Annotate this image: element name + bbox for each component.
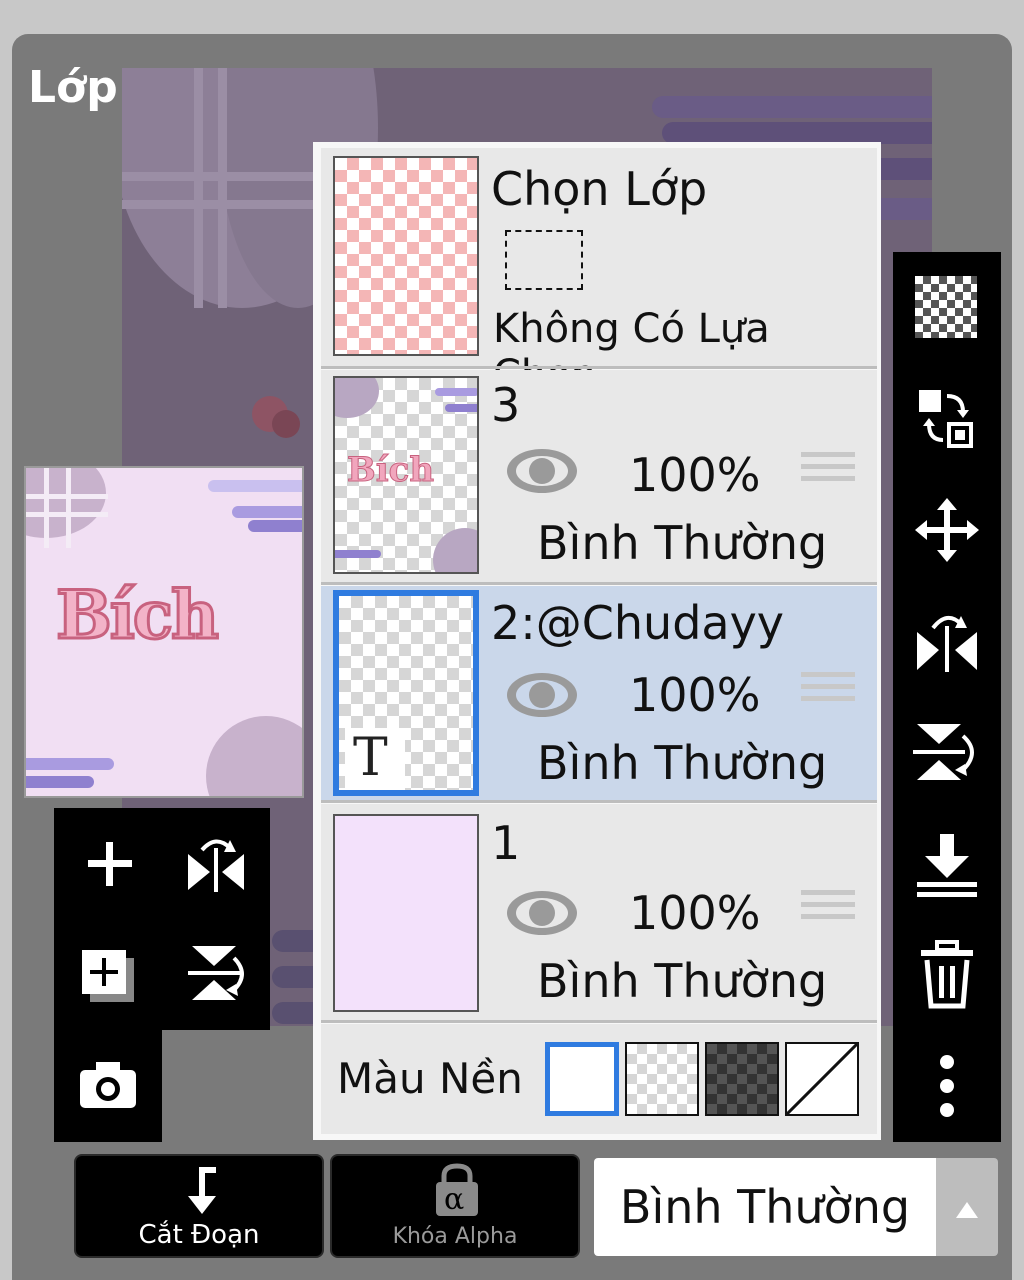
visibility-eye-icon[interactable] <box>505 670 579 720</box>
layer-thumbnail: Bích <box>333 376 479 574</box>
layer-row[interactable]: Bích 3 100% Bình Thường <box>321 370 877 582</box>
layer-opacity[interactable]: 100% <box>629 886 761 940</box>
text-layer-icon: T <box>345 728 405 790</box>
layer-blend-mode[interactable]: Bình Thường <box>537 736 827 790</box>
bg-dark-checker-option[interactable] <box>705 1042 779 1116</box>
layer-blend-mode[interactable]: Bình Thường <box>537 516 827 570</box>
layer-thumbnail <box>333 814 479 1012</box>
layer-name: 3 <box>491 378 521 432</box>
clipping-button[interactable]: Cắt Đoạn <box>74 1154 324 1258</box>
bg-white-option[interactable] <box>545 1042 619 1116</box>
layer-blend-mode[interactable]: Bình Thường <box>537 954 827 1008</box>
drag-handle-icon[interactable] <box>801 890 855 936</box>
move-icon[interactable] <box>915 498 979 562</box>
visibility-eye-icon[interactable] <box>505 446 579 496</box>
layers-list: Chọn Lớp Không Có Lựa Chọn Bích 3 100% B… <box>313 142 881 1140</box>
drag-handle-icon[interactable] <box>801 672 855 718</box>
bg-none-option[interactable] <box>785 1042 859 1116</box>
layer-row[interactable]: 1 100% Bình Thường <box>321 804 877 1020</box>
clipping-label: Cắt Đoạn <box>138 1220 260 1250</box>
layer-name: 1 <box>491 816 521 870</box>
preview-art-text: Bích <box>54 575 220 656</box>
layer-name: 2:@Chudayy <box>491 596 785 650</box>
layer-row-selected[interactable]: T 2:@Chudayy 100% Bình Thường <box>321 586 877 800</box>
alpha-lock-label: Khóa Alpha <box>392 1224 518 1249</box>
flip-vertical-icon[interactable] <box>186 940 250 1004</box>
blend-mode-select[interactable]: Bình Thường <box>594 1158 936 1256</box>
left-toolbar-bottom <box>54 1030 162 1142</box>
left-toolbar <box>54 808 270 1030</box>
add-layer-icon[interactable] <box>82 836 138 892</box>
background-color-row: Màu Nền <box>321 1024 877 1134</box>
lock-icon: α <box>434 1162 480 1218</box>
alpha-lock-button[interactable]: α Khóa Alpha <box>330 1154 580 1258</box>
panel-title: Lớp <box>28 62 118 113</box>
canvas-preview[interactable]: Bích <box>24 466 304 798</box>
drag-handle-icon[interactable] <box>801 452 855 498</box>
layer-thumbnail: T <box>333 590 479 796</box>
add-layer-copy-icon[interactable] <box>80 946 140 1006</box>
more-icon[interactable] <box>937 1052 957 1122</box>
background-color-label: Màu Nền <box>337 1054 523 1103</box>
layer-opacity[interactable]: 100% <box>629 448 761 502</box>
flip-vertical-icon[interactable] <box>913 718 983 784</box>
right-toolbar <box>893 252 1001 1142</box>
visibility-eye-icon[interactable] <box>505 888 579 938</box>
trash-icon[interactable] <box>917 940 977 1010</box>
blend-mode-dropdown-arrow-icon[interactable] <box>936 1158 998 1256</box>
clipping-arrow-icon <box>180 1166 224 1216</box>
layer-opacity[interactable]: 100% <box>629 668 761 722</box>
swap-icon[interactable] <box>915 386 979 450</box>
bg-transparent-option[interactable] <box>625 1042 699 1116</box>
flip-horizontal-icon[interactable] <box>915 608 979 674</box>
transparent-fill-icon[interactable] <box>915 276 977 338</box>
selection-thumbnail <box>333 156 479 356</box>
selection-layer-row[interactable]: Chọn Lớp Không Có Lựa Chọn <box>321 148 877 398</box>
camera-icon[interactable] <box>78 1060 138 1110</box>
merge-down-icon[interactable] <box>915 832 979 898</box>
selection-title: Chọn Lớp <box>491 162 708 216</box>
flip-horizontal-icon[interactable] <box>184 832 248 896</box>
selection-marquee-icon <box>505 230 583 290</box>
